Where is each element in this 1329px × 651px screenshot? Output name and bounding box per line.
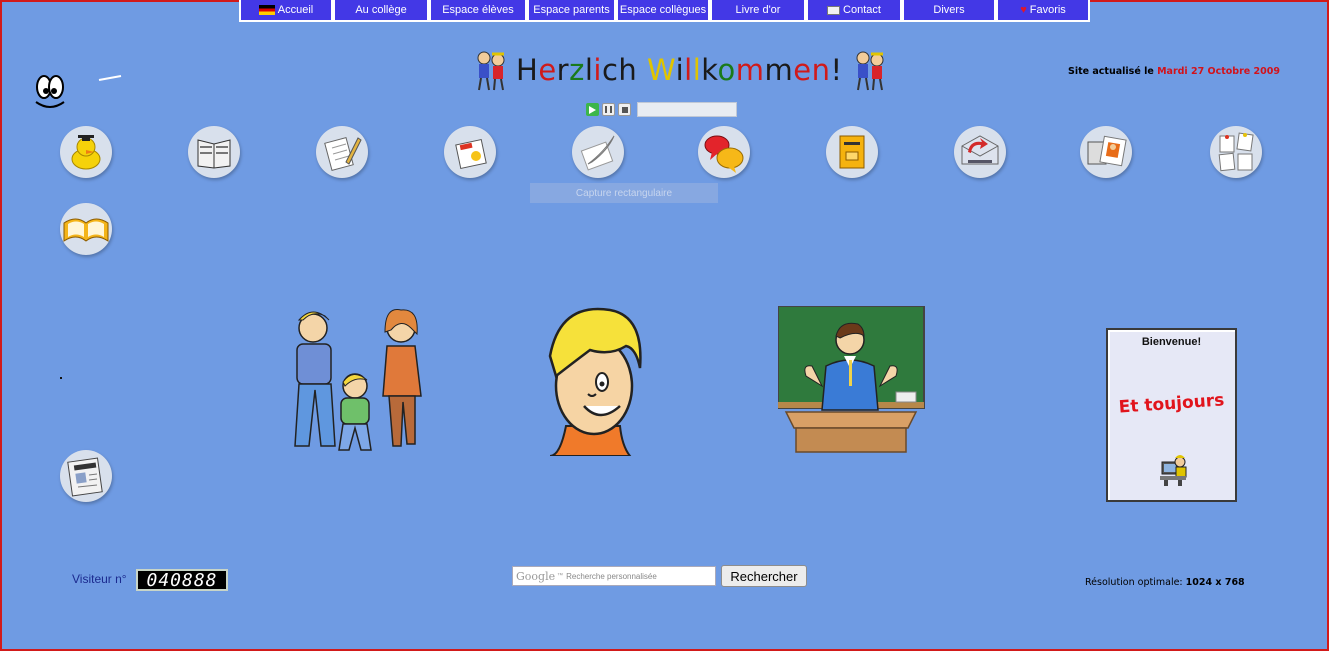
search-button[interactable]: Rechercher [721, 565, 807, 587]
welcome-title: Bienvenue! [1141, 336, 1202, 348]
photo-frame-icon[interactable] [1080, 126, 1132, 178]
nav-favoris[interactable]: ♥ Favoris [996, 0, 1090, 22]
speech-bubbles-icon[interactable] [698, 126, 750, 178]
page-border [0, 0, 1329, 651]
kids-icon [856, 51, 884, 91]
title-letter: z [569, 53, 585, 87]
title-letter: H [516, 53, 539, 87]
title-letter: l [692, 53, 702, 87]
nav-espace-collegues[interactable]: Espace collègues [616, 0, 710, 22]
heart-icon: ♥ [1020, 4, 1027, 16]
send-email-icon[interactable] [954, 126, 1006, 178]
nav-au-college[interactable]: Au collège [333, 0, 429, 22]
updated-prefix: Site actualisé le [1068, 66, 1158, 77]
visitor-counter: 040888 [136, 569, 228, 591]
title-letter: l [684, 53, 693, 87]
notes-board-icon[interactable] [1210, 126, 1262, 178]
title-letter: c [601, 53, 619, 87]
nav-label: Espace parents [533, 4, 610, 16]
optimal-resolution: Résolution optimale: 1024 x 768 [1085, 577, 1245, 588]
play-icon[interactable] [586, 103, 599, 116]
flying-dash-icon [98, 75, 122, 81]
nav-label: Favoris [1029, 4, 1066, 16]
visitor-label: Visiteur n° [72, 572, 127, 586]
dot-mark [60, 377, 62, 379]
title-letter: m [735, 53, 765, 87]
nav-label: Divers [933, 4, 965, 16]
title-letter: e [793, 53, 812, 87]
nav-label: Au collège [355, 4, 407, 16]
nav-label: Livre d'or [735, 4, 781, 16]
resolution-value: 1024 x 768 [1185, 577, 1245, 588]
nav-espace-parents[interactable]: Espace parents [527, 0, 616, 22]
nav-espace-eleves[interactable]: Espace élèves [429, 0, 527, 22]
open-book-icon[interactable] [60, 203, 112, 255]
quill-icon[interactable] [572, 126, 624, 178]
title-letter: n [811, 53, 831, 87]
top-nav: Accueil Au collège Espace élèves Espace … [239, 0, 1090, 27]
resolution-label: Résolution optimale: [1085, 577, 1186, 588]
trademark: ™ [557, 573, 564, 579]
german-flag-icon [258, 5, 275, 15]
media-player [586, 102, 737, 117]
title-letter: o [717, 53, 736, 87]
pause-icon[interactable] [602, 103, 615, 116]
duck-graduate-icon[interactable] [60, 126, 112, 178]
title-letter: h [618, 53, 638, 87]
nav-divers[interactable]: Divers [902, 0, 996, 22]
kids-icon [477, 51, 505, 91]
page-title: Herzlich Willkommen! [470, 48, 889, 92]
title-letter: m [764, 53, 794, 87]
title-letter: k [701, 53, 718, 87]
nav-label: Contact [843, 4, 881, 16]
mailbox-icon[interactable] [826, 126, 878, 178]
journal-icon[interactable] [60, 450, 112, 502]
title-letter: ! [830, 53, 843, 87]
boy-face-illustration [548, 307, 642, 456]
nav-accueil[interactable]: Accueil [239, 0, 333, 22]
capture-overlay: Capture rectangulaire [530, 183, 718, 203]
family-illustration [294, 308, 422, 451]
nav-label: Espace élèves [442, 4, 514, 16]
news-icon[interactable] [444, 126, 496, 178]
last-updated: Site actualisé le Mardi 27 Octobre 2009 [1068, 66, 1280, 77]
welcome-scroll-text: Et toujours [1118, 390, 1225, 418]
title-letter: e [538, 53, 557, 87]
title-letter: i [675, 53, 685, 87]
teacher-illustration [778, 306, 925, 453]
media-progress-bar[interactable] [637, 102, 737, 117]
book-icon[interactable] [188, 126, 240, 178]
title-letter: W [647, 53, 676, 87]
search-input[interactable]: Google ™ Recherche personnalisée [512, 566, 716, 586]
notepad-pencil-icon[interactable] [316, 126, 368, 178]
search-placeholder: Recherche personnalisée [566, 571, 657, 581]
title-letter: r [556, 53, 570, 87]
updated-date: Mardi 27 Octobre 2009 [1157, 66, 1280, 77]
nav-label: Espace collègues [619, 4, 707, 16]
google-logo: Google [516, 569, 556, 583]
nav-livre-or[interactable]: Livre d'or [710, 0, 806, 22]
computer-user-icon [1160, 455, 1187, 486]
title-letter [637, 53, 647, 87]
title-letter: i [593, 53, 602, 87]
stop-icon[interactable] [618, 103, 631, 116]
envelope-icon [827, 5, 841, 15]
nav-label: Accueil [277, 4, 314, 16]
nav-contact[interactable]: Contact [806, 0, 902, 22]
welcome-heading: Herzlich Willkommen! [516, 53, 843, 87]
welcome-panel: Bienvenue! Et toujours [1106, 328, 1237, 502]
smiley-eyes-icon [35, 75, 65, 108]
